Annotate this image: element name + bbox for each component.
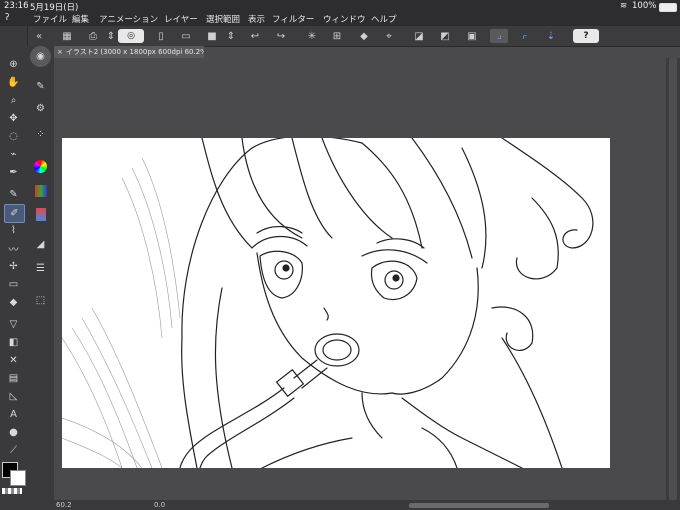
fill-selection-icon[interactable]: ◆ [355,29,373,43]
vertical-scroll-thumb[interactable] [669,58,677,500]
move-icon[interactable]: ✥ [4,110,23,127]
menu-animation[interactable]: アニメーション [99,13,158,25]
magnifier-icon[interactable]: ⌕ [4,92,23,109]
approx-color-icon[interactable]: ◢ [31,236,50,253]
text-icon[interactable]: A [4,406,23,423]
export-icon[interactable]: ⎙ [84,29,102,43]
gradient-icon[interactable]: ◧ [4,334,23,351]
brush-icon[interactable]: ✐ [4,204,25,223]
sub-tool-icon[interactable]: ◉ [30,46,51,67]
lasso-icon[interactable]: ◌ [4,128,23,145]
ruler-icon[interactable]: ◪ [410,29,428,43]
line-correction-icon[interactable]: ⟋ [4,442,23,459]
wifi-icon: ≋ [620,1,628,11]
airbrush-icon[interactable]: ⌇ [4,222,23,239]
save-icon[interactable]: ■ [203,29,221,43]
save-stepper-icon[interactable]: ⇕ [222,29,240,43]
menu-selection[interactable]: 選択範囲 [206,13,240,25]
snap-ruler-icon[interactable]: ⟓ [490,29,508,43]
zoom-readout[interactable]: 60.2 [56,501,72,509]
figure-icon[interactable]: ✕ [4,352,23,369]
pen-icon[interactable]: ✒ [4,164,23,181]
open-folder-icon[interactable]: ▭ [177,29,195,43]
ruler-tool-icon[interactable]: ◺ [4,388,23,405]
eraser-icon[interactable]: ▭ [4,276,23,293]
battery-label: 100% [632,1,657,11]
settings-icon[interactable]: ⚙ [31,100,50,117]
snap-special-icon[interactable]: ⇣ [542,29,560,43]
menu-help[interactable]: ヘルプ [371,13,397,25]
hand-icon[interactable]: ✋ [4,74,23,91]
menu-edit[interactable]: 編集 [72,13,89,25]
eyedropper-icon[interactable]: ⌁ [4,146,23,163]
transparency-toggle-icon[interactable]: ◎ [118,29,144,43]
intermediate-color-icon[interactable] [31,206,50,223]
sub-color-swatch[interactable] [10,470,26,486]
horizontal-scroll-thumb[interactable] [409,503,549,508]
command-bar: « « ▦ ⎙ ⇕ ◎ ▯ ▭ ■ ⇕ ↩ ↪ ✳ ⊞ ◆ ⌖ ◪ ◩ ▣ ⟓ … [0,26,680,47]
document-tab[interactable]: × イラスト2 (3000 x 1800px 600dpi 60.2%) [54,46,204,58]
horizontal-scrollbar[interactable]: 60.2 0.0 [54,500,680,510]
battery-icon [659,3,677,12]
menu-filter[interactable]: フィルター [272,13,314,25]
pencil-icon[interactable]: ✎ [4,186,23,203]
zoom-icon[interactable]: ⊕ [4,56,23,73]
angle-readout[interactable]: 0.0 [154,501,165,509]
canvas-paper[interactable] [62,138,610,468]
help-icon[interactable]: ? [573,29,599,43]
fill-icon[interactable]: ◆ [4,294,23,311]
color-set-icon[interactable] [31,182,50,199]
bucket-icon[interactable]: ▽ [4,316,23,333]
grid-icon[interactable]: ▦ [58,29,76,43]
document-title: イラスト2 (3000 x 1800px 600dpi 60.2%) [65,48,204,56]
snap-grid-icon[interactable]: ⟔ [516,29,534,43]
tool-property-icon[interactable]: ✎ [31,78,50,95]
redo-icon[interactable]: ↪ [272,29,290,43]
clear-icon[interactable]: ✳ [303,29,321,43]
palette-dock: ◉ ✎ ⚙ ⁘ ◢ ☰ ⬚ [27,46,55,510]
decoration-icon[interactable]: ✢ [4,258,23,275]
ruler-edit-icon[interactable]: ◩ [436,29,454,43]
brush-size-icon[interactable]: ⁘ [31,126,50,143]
undo-icon[interactable]: ↩ [246,29,264,43]
blend-icon[interactable]: 〰 [4,240,23,257]
line-art-drawing [62,138,594,468]
transparent-color-swatch[interactable] [2,488,22,494]
menu-bar: 23:16 5月19日(日) ≋ 100% ʔ ファイル 編集 アニメーション … [0,0,680,26]
balloon-icon[interactable]: ● [4,424,23,441]
menu-window[interactable]: ウィンドウ [323,13,366,25]
vertical-scrollbar[interactable] [666,58,680,500]
material-icon[interactable]: ⬚ [31,292,50,309]
frame-icon[interactable]: ▤ [4,370,23,387]
status-date: 5月19日(日) [30,3,79,13]
color-wheel-icon[interactable] [31,158,50,175]
crop-icon[interactable]: ⊞ [328,29,346,43]
collapse-palette-icon[interactable]: « [30,29,48,43]
tool-palette: ⊕ ✋ ⌕ ✥ ◌ ⌁ ✒ ✎ ✐ ⌇ 〰 ✢ ▭ ◆ ▽ ◧ ✕ ▤ ◺ A … [0,26,28,510]
layer-icon[interactable]: ☰ [31,260,50,277]
menu-file[interactable]: ファイル [33,13,67,25]
status-time: 23:16 [4,1,29,11]
new-file-icon[interactable]: ▯ [152,29,170,43]
frame-ruler-icon[interactable]: ▣ [463,29,481,43]
transform-icon[interactable]: ⌖ [380,29,398,43]
close-tab-icon[interactable]: × [54,48,66,56]
menu-layer[interactable]: レイヤー [164,13,198,25]
menu-view[interactable]: 表示 [248,13,265,25]
app-logo-icon[interactable]: ʔ [5,13,9,23]
